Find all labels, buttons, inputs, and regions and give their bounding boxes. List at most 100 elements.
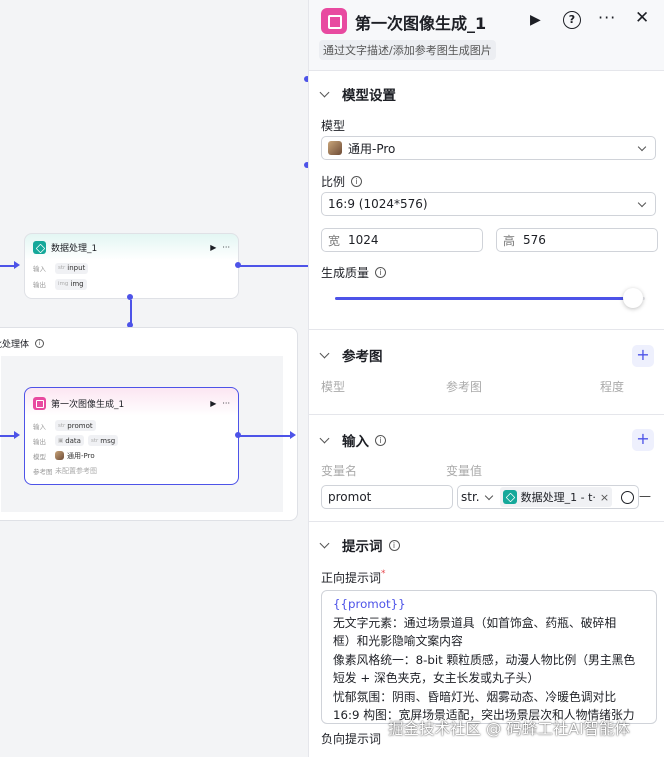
prompt-variable: {{promot}} <box>333 597 406 611</box>
output-value: msg <box>100 436 116 445</box>
input-value: promot <box>67 421 93 430</box>
width-label: 宽 <box>328 233 341 248</box>
type-tag: str <box>58 422 66 429</box>
node-title: 数据处理_1 <box>51 243 98 254</box>
chevron-down-icon[interactable] <box>319 433 330 443</box>
play-icon[interactable]: ▶ <box>210 399 216 408</box>
var-name-input[interactable]: promot <box>321 485 453 509</box>
type-tag: str <box>90 437 99 444</box>
node-data-output-handle[interactable] <box>235 262 241 268</box>
input-label: 输入 <box>33 422 46 431</box>
help-icon[interactable]: ? <box>563 11 581 29</box>
node-header: 第一次图像生成_1 ▶ ··· <box>25 388 238 418</box>
prompt-line: 框）和光影隐喻文案内容 <box>333 634 463 648</box>
run-icon[interactable]: ▶ <box>530 12 541 28</box>
panel-title[interactable]: 第一次图像生成_1 <box>355 10 486 34</box>
edge-arrow-icon <box>14 261 20 269</box>
output-value: data <box>65 436 81 445</box>
node-input-row: 输入 str input <box>25 260 238 276</box>
remove-variable-button[interactable]: — <box>639 489 651 503</box>
section-header[interactable]: 输入 i <box>309 429 386 451</box>
model-value: 通用-Pro <box>348 141 396 156</box>
node-input-row: 输入 str promot <box>25 418 238 433</box>
data-processing-icon <box>33 240 46 254</box>
workflow-canvas[interactable]: 数据处理_1 ▶ ··· 输入 strinput 输出 imgimg 批处理体 … <box>0 0 308 757</box>
column-var-name: 变量名 <box>321 464 358 478</box>
var-reference-chip[interactable]: 数据处理_1 - t· × <box>499 487 613 507</box>
column-model: 模型 <box>321 380 346 394</box>
quality-slider[interactable] <box>335 288 645 308</box>
close-icon[interactable]: ✕ <box>635 8 649 28</box>
section-title: 参考图 <box>342 349 383 365</box>
chevron-down-icon[interactable] <box>319 538 330 548</box>
model-label: 模型 <box>33 452 46 461</box>
more-icon[interactable]: ··· <box>598 8 616 27</box>
info-icon: i <box>35 339 45 348</box>
image-type-icon: ▣ <box>58 437 64 444</box>
chevron-down-icon[interactable] <box>319 348 330 358</box>
ratio-select[interactable]: 16:9 (1024*576) <box>321 192 656 216</box>
column-degree: 程度 <box>600 380 625 394</box>
edge-out-image-node[interactable] <box>240 435 290 437</box>
edge-arrow-icon <box>290 431 296 439</box>
column-reference: 参考图 <box>446 380 483 394</box>
edge-out-data-node[interactable] <box>240 265 308 267</box>
play-icon[interactable]: ▶ <box>210 243 216 252</box>
output-value: img <box>70 280 84 288</box>
positive-prompt-textarea[interactable]: {{promot}} 无文字元素：通过场景道具（如首饰盒、药瓶、破碎相 框）和光… <box>321 590 657 724</box>
var-value-input[interactable]: str. 数据处理_1 - t· × <box>457 485 639 509</box>
type-tag: img <box>58 281 69 287</box>
quality-slider-fill <box>335 297 633 300</box>
type-tag: str <box>58 265 66 271</box>
add-input-button[interactable]: + <box>632 429 654 451</box>
more-icon[interactable]: ··· <box>222 399 230 408</box>
image-generation-icon <box>33 396 46 410</box>
node-title: 第一次图像生成_1 <box>51 399 125 410</box>
prompt-line: 像素风格统一：8-bit 颗粒质感，动漫人物比例（男主黑色 <box>333 652 636 667</box>
more-icon[interactable]: ··· <box>222 243 230 252</box>
quality-slider-thumb[interactable] <box>622 288 643 308</box>
var-type-select[interactable]: str. <box>461 490 480 504</box>
prompt-line: 忧郁氛围：阴雨、昏暗灯光、烟雾动态、冷暖色调对比 <box>333 689 617 704</box>
info-icon[interactable]: i <box>388 539 400 551</box>
add-reference-button[interactable]: + <box>632 345 654 367</box>
node-image-output-handle[interactable] <box>235 432 241 438</box>
batch-header: 批处理体 i <box>0 337 45 350</box>
section-title: 输入 <box>342 434 369 450</box>
section-header[interactable]: 模型设置 <box>309 83 396 105</box>
chevron-down-icon <box>637 142 647 152</box>
node-data-bottom-handle[interactable] <box>127 294 133 300</box>
ratio-label-row: 比例 i <box>309 173 363 190</box>
panel-header: 第一次图像生成_1 ▶ ? ··· ✕ 通过文字描述/添加参考图生成图片 <box>309 0 664 70</box>
output-label: 输出 <box>33 281 46 289</box>
chevron-down-icon <box>637 198 647 208</box>
required-mark: * <box>381 569 386 579</box>
info-icon[interactable]: i <box>351 176 363 187</box>
output-chip: img img <box>55 278 87 290</box>
ref-label: 参考图 <box>33 467 53 476</box>
model-value: 通用-Pro <box>67 451 95 460</box>
section-header[interactable]: 参考图 <box>309 344 383 366</box>
ratio-value: 16:9 (1024*576) <box>328 197 428 211</box>
chevron-down-icon[interactable] <box>319 87 330 97</box>
section-reference: 参考图 + 模型 参考图 程度 <box>309 330 664 414</box>
variable-picker-icon[interactable] <box>621 491 634 504</box>
section-header[interactable]: 提示词 i <box>309 534 400 556</box>
node-image-generation[interactable]: 第一次图像生成_1 ▶ ··· 输入 str promot 输出 ▣ data st… <box>24 387 239 485</box>
height-input[interactable]: 高 576 <box>496 228 658 252</box>
edge-into-image-node[interactable] <box>0 435 14 437</box>
node-data-processing[interactable]: 数据处理_1 ▶ ··· 输入 str input 输出 img img <box>24 233 239 299</box>
width-input[interactable]: 宽 1024 <box>321 228 483 252</box>
model-select[interactable]: 通用-Pro <box>321 136 656 160</box>
panel-description[interactable]: 通过文字描述/添加参考图生成图片 <box>319 40 496 60</box>
height-value: 576 <box>523 233 546 247</box>
info-icon[interactable]: i <box>375 434 386 446</box>
model-avatar <box>328 141 342 155</box>
chevron-down-icon[interactable] <box>484 491 493 500</box>
input-chip: str promot <box>55 420 96 431</box>
batch-title: 批处理体 <box>0 340 30 350</box>
info-icon[interactable]: i <box>375 267 387 278</box>
remove-chip-icon[interactable]: × <box>600 491 609 504</box>
edge-into-data-node[interactable] <box>0 265 14 267</box>
quality-label: 生成质量 <box>321 266 370 280</box>
